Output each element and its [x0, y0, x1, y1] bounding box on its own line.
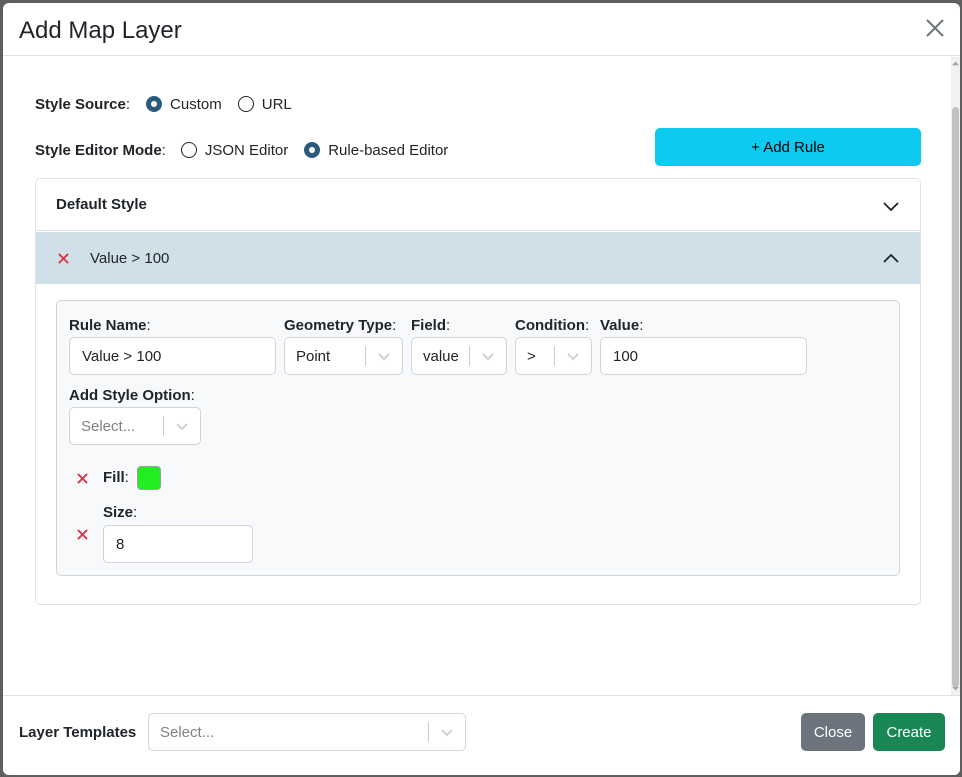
radio-json-editor-indicator[interactable]: [180, 142, 197, 158]
fill-label: Fill:: [103, 469, 129, 486]
chevron-down-icon: [164, 408, 200, 444]
radio-url[interactable]: URL: [237, 95, 292, 113]
add-style-option-label: Add Style Option:: [69, 387, 195, 404]
style-source-label: Style Source: [35, 95, 126, 113]
accordion-rule-header[interactable]: Value > 100: [36, 232, 920, 284]
default-style-title: Default Style: [56, 196, 147, 213]
radio-json-editor-label: JSON Editor: [204, 141, 289, 159]
modal-footer: Layer Templates Select... Close Create: [3, 695, 960, 775]
modal-header: Add Map Layer: [3, 3, 960, 56]
radio-rule-based-editor-label: Rule-based Editor: [328, 141, 449, 159]
add-map-layer-modal: Add Map Layer Style Source : Custom URL …: [3, 3, 960, 775]
field-select[interactable]: value: [411, 337, 507, 375]
rules-accordion: Default Style Value > 100 Rule Name: Geo…: [35, 178, 921, 605]
radio-rule-based-editor-indicator[interactable]: [304, 142, 321, 158]
radio-custom[interactable]: Custom: [146, 96, 222, 113]
chevron-down-icon: [470, 338, 506, 374]
add-rule-button[interactable]: + Add Rule: [655, 128, 921, 166]
add-style-option-select[interactable]: Select...: [69, 407, 201, 445]
chevron-down-icon: [429, 714, 465, 750]
radio-custom-label: Custom: [170, 95, 222, 113]
style-editor-mode-row: Style Editor Mode : JSON Editor Rule-bas…: [35, 141, 449, 159]
radio-json-editor[interactable]: JSON Editor: [180, 141, 289, 159]
modal-title: Add Map Layer: [19, 17, 182, 44]
close-button[interactable]: Close: [801, 713, 865, 751]
scroll-up-icon[interactable]: [952, 60, 959, 67]
size-label: Size:: [103, 504, 138, 521]
size-input[interactable]: 8: [103, 525, 253, 563]
rule-editor-card: Rule Name: Geometry Type: Field: Conditi…: [56, 300, 900, 576]
radio-url-label: URL: [261, 95, 292, 113]
remove-fill-icon[interactable]: [77, 473, 88, 484]
close-icon[interactable]: [924, 17, 946, 39]
condition-label: Condition:: [515, 317, 590, 334]
value-input[interactable]: 100: [600, 337, 807, 375]
field-label: Field:: [411, 317, 451, 334]
radio-custom-indicator[interactable]: [146, 96, 163, 112]
body-scrollbar[interactable]: [951, 57, 960, 695]
geometry-type-label: Geometry Type:: [284, 317, 397, 334]
rule-name-label: Rule Name:: [69, 317, 151, 334]
remove-size-icon[interactable]: [77, 529, 88, 540]
value-label: Value:: [600, 317, 644, 334]
geometry-type-select[interactable]: Point: [284, 337, 403, 375]
rule-name-input[interactable]: Value > 100: [69, 337, 276, 375]
modal-body: Style Source : Custom URL Style Editor M…: [3, 57, 960, 695]
layer-templates-label: Layer Templates: [19, 724, 137, 741]
chevron-down-icon: [883, 202, 899, 212]
accordion-default-style[interactable]: Default Style: [36, 179, 920, 231]
style-source-row: Style Source : Custom URL: [35, 95, 292, 113]
condition-select[interactable]: >: [515, 337, 592, 375]
scrollbar-thumb[interactable]: [952, 107, 959, 687]
chevron-down-icon: [555, 338, 591, 374]
radio-url-indicator[interactable]: [237, 96, 254, 112]
rule-header-title: Value > 100: [90, 249, 170, 267]
scroll-down-icon[interactable]: [952, 685, 959, 692]
radio-rule-based-editor[interactable]: Rule-based Editor: [304, 142, 448, 159]
style-editor-mode-label: Style Editor Mode: [35, 141, 162, 159]
delete-rule-icon[interactable]: [58, 252, 69, 264]
create-button[interactable]: Create: [873, 713, 945, 751]
chevron-up-icon: [883, 253, 899, 263]
layer-templates-select[interactable]: Select...: [148, 713, 466, 751]
fill-color-swatch[interactable]: [137, 466, 161, 490]
chevron-down-icon: [366, 338, 402, 374]
